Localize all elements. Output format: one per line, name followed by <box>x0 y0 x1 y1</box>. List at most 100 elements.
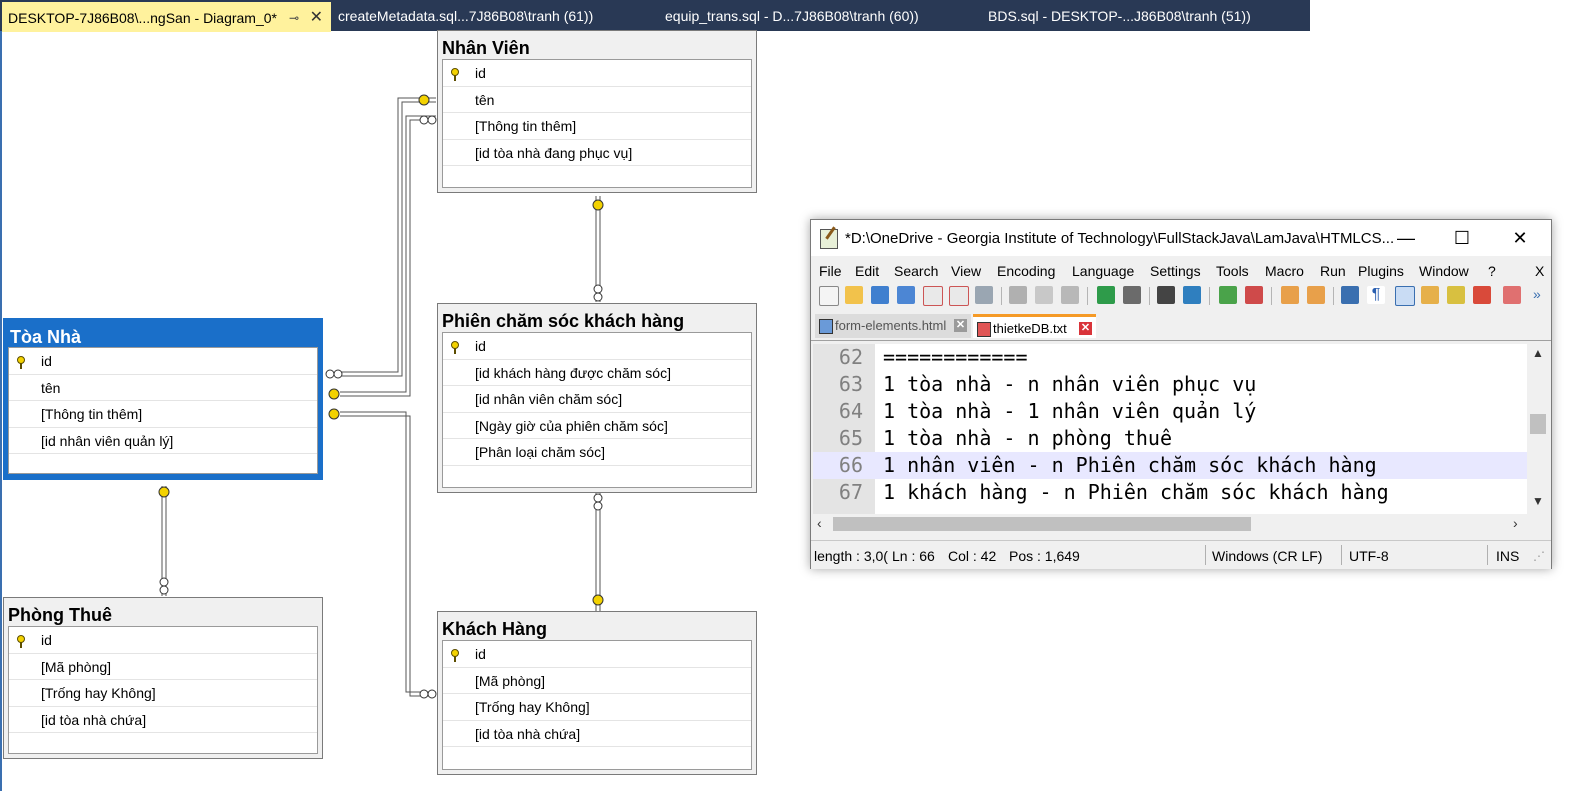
maximize-button[interactable]: ☐ <box>1439 220 1485 256</box>
indent-guide-icon[interactable] <box>1395 286 1415 306</box>
menu-close-doc[interactable]: X <box>1535 258 1544 282</box>
toolbar-separator <box>1333 287 1334 305</box>
menu-tools[interactable]: Tools <box>1216 258 1249 282</box>
column-row[interactable]: [Mã phòng] <box>443 668 751 695</box>
editor-line[interactable]: 64 1 tòa nhà - 1 nhân viên quản lý <box>813 398 1527 425</box>
table-phien-cham-soc[interactable]: Phiên chăm sóc khách hàng id [id khách h… <box>437 303 757 493</box>
editor-line[interactable]: 63 1 tòa nhà - n nhân viên phục vụ <box>813 371 1527 398</box>
editor-current-line[interactable]: 66 1 nhân viên - n Phiên chăm sóc khách h… <box>813 452 1527 479</box>
column-row[interactable]: [Trống hay Không] <box>9 680 317 707</box>
menu-run[interactable]: Run <box>1320 258 1346 282</box>
zoom-in-icon[interactable] <box>1219 286 1237 304</box>
minimize-button[interactable]: — <box>1383 220 1429 256</box>
doc-tab-thietkedb[interactable]: thietkeDB.txt ✕ <box>973 314 1096 338</box>
find-icon[interactable] <box>1157 286 1175 304</box>
scroll-right-icon[interactable]: › <box>1513 515 1518 531</box>
function-list-icon[interactable] <box>1447 286 1465 304</box>
table-khach-hang[interactable]: Khách Hàng id [Mã phòng] [Trống hay Khôn… <box>437 611 757 775</box>
menu-window[interactable]: Window <box>1419 258 1469 282</box>
editor-line[interactable]: 62 ============ <box>813 344 1527 371</box>
table-toa-nha[interactable]: Tòa Nhà id tên [Thông tin thêm] [id nhân… <box>3 318 323 480</box>
line-number: 62 <box>838 345 863 369</box>
menu-search[interactable]: Search <box>894 258 938 282</box>
column-row[interactable]: [id nhân viên quản lý] <box>9 428 317 455</box>
column-row[interactable]: [Trống hay Không] <box>443 694 751 721</box>
save-all-icon[interactable] <box>897 286 915 304</box>
folder-as-workspace-icon[interactable] <box>1473 286 1491 304</box>
undo-icon[interactable] <box>1097 286 1115 304</box>
redo-icon[interactable] <box>1123 286 1141 304</box>
doc-tab-form-elements[interactable]: form-elements.html ✕ <box>815 314 971 338</box>
status-encoding[interactable]: UTF-8 <box>1349 541 1389 569</box>
menu-language[interactable]: Language <box>1072 258 1134 282</box>
menu-file[interactable]: File <box>819 258 842 282</box>
column-name: [Thông tin thêm] <box>41 406 143 423</box>
table-phong-thue[interactable]: Phòng Thuê id [Mã phòng] [Trống hay Khôn… <box>3 597 323 759</box>
close-tab-icon[interactable]: ✕ <box>954 319 967 332</box>
column-row[interactable]: [id khách hàng được chăm sóc] <box>443 360 751 387</box>
menu-help[interactable]: ? <box>1488 258 1496 282</box>
close-file-icon[interactable] <box>923 286 943 306</box>
record-macro-icon[interactable] <box>1503 286 1521 304</box>
horizontal-scrollbar[interactable]: ‹ › <box>813 514 1527 534</box>
menu-edit[interactable]: Edit <box>855 258 879 282</box>
column-row[interactable]: [Thông tin thêm] <box>443 113 751 140</box>
cut-icon[interactable] <box>1009 286 1027 304</box>
table-nhan-vien[interactable]: Nhân Viên id tên [Thông tin thêm] [id tò… <box>437 30 757 193</box>
column-row[interactable]: id <box>9 348 317 375</box>
copy-icon[interactable] <box>1035 286 1053 304</box>
column-row[interactable]: [id tòa nhà chứa] <box>443 721 751 748</box>
open-file-icon[interactable] <box>845 286 863 304</box>
vertical-scrollbar[interactable]: ▲ ▼ <box>1527 344 1549 512</box>
print-icon[interactable] <box>975 286 993 304</box>
column-row[interactable]: [id nhân viên chăm sóc] <box>443 386 751 413</box>
sync-vertical-icon[interactable] <box>1281 286 1299 304</box>
scroll-thumb[interactable] <box>833 517 1251 531</box>
status-insert-mode[interactable]: INS <box>1496 541 1519 569</box>
scroll-down-icon[interactable]: ▼ <box>1532 494 1544 508</box>
save-icon[interactable] <box>871 286 889 304</box>
sync-horizontal-icon[interactable] <box>1307 286 1325 304</box>
status-position: Pos : 1,649 <box>1009 548 1080 564</box>
text-editor[interactable]: 62 ============ 63 1 tòa nhà - n nhân viên… <box>813 344 1527 514</box>
column-name: id <box>475 646 486 662</box>
overflow-chevron-icon[interactable]: » <box>1533 286 1547 304</box>
close-tab-icon[interactable]: ✕ <box>1079 322 1092 335</box>
scroll-left-icon[interactable]: ‹ <box>817 515 822 531</box>
column-row[interactable]: tên <box>9 375 317 402</box>
column-row[interactable]: [Phân loại chăm sóc] <box>443 439 751 466</box>
column-row[interactable]: tên <box>443 87 751 114</box>
column-row[interactable]: [Ngày giờ của phiên chăm sóc] <box>443 413 751 440</box>
column-row[interactable]: [Thông tin thêm] <box>9 401 317 428</box>
zoom-out-icon[interactable] <box>1245 286 1263 304</box>
menu-view[interactable]: View <box>951 258 981 282</box>
column-row[interactable]: id <box>443 333 751 360</box>
column-row[interactable]: [Mã phòng] <box>9 654 317 681</box>
editor-line[interactable]: 65 1 tòa nhà - n phòng thuê <box>813 425 1527 452</box>
paste-icon[interactable] <box>1061 286 1079 304</box>
editor-line[interactable]: 67 1 khách hàng - n Phiên chăm sóc khách … <box>813 479 1527 506</box>
primary-key-icon <box>451 341 459 354</box>
menu-encoding[interactable]: Encoding <box>997 258 1055 282</box>
scroll-up-icon[interactable]: ▲ <box>1532 346 1544 360</box>
replace-icon[interactable] <box>1183 286 1201 304</box>
column-row[interactable]: id <box>9 627 317 654</box>
show-all-chars-icon[interactable]: ¶ <box>1367 286 1385 304</box>
close-all-icon[interactable] <box>949 286 969 306</box>
column-row[interactable]: [id tòa nhà đang phục vụ] <box>443 140 751 167</box>
menu-macro[interactable]: Macro <box>1265 258 1304 282</box>
column-row[interactable]: id <box>443 641 751 668</box>
column-row[interactable]: [id tòa nhà chứa] <box>9 707 317 734</box>
close-button[interactable]: ✕ <box>1497 220 1543 256</box>
line-text: 1 tòa nhà - 1 nhân viên quản lý <box>883 399 1257 423</box>
column-row[interactable]: id <box>443 60 751 87</box>
menu-plugins[interactable]: Plugins <box>1358 258 1404 282</box>
window-titlebar[interactable]: *D:\OneDrive - Georgia Institute of Tech… <box>811 220 1551 256</box>
scroll-thumb[interactable] <box>1530 414 1546 434</box>
new-file-icon[interactable] <box>819 286 839 306</box>
doc-map-icon[interactable] <box>1421 286 1439 304</box>
menu-settings[interactable]: Settings <box>1150 258 1201 282</box>
status-eol[interactable]: Windows (CR LF) <box>1212 541 1322 569</box>
resize-grip-icon[interactable]: ⋰ <box>1533 541 1545 569</box>
word-wrap-icon[interactable] <box>1341 286 1359 304</box>
